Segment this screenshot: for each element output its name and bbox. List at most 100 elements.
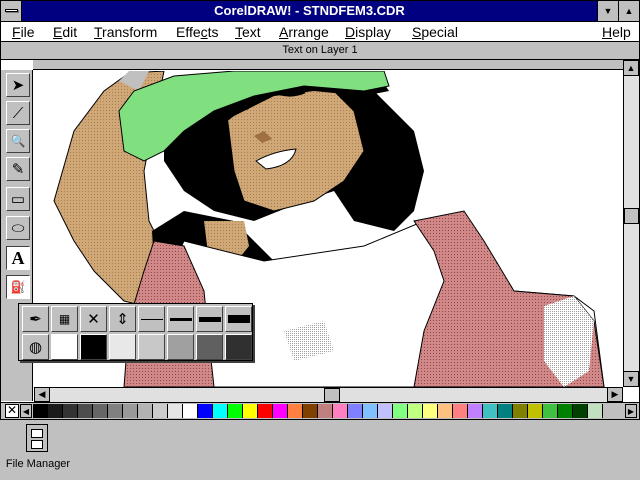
paint-bucket-icon: ⛽ [10, 280, 26, 294]
palette-scroll-left[interactable]: ◀ [20, 404, 32, 418]
thickest-line-button[interactable] [225, 306, 252, 332]
palette-swatch[interactable] [123, 404, 138, 418]
palette-swatch[interactable] [198, 404, 213, 418]
menu-file[interactable]: File [12, 24, 35, 40]
scroll-down-button[interactable]: ▼ [623, 371, 639, 387]
palette-swatch[interactable] [438, 404, 453, 418]
menu-edit[interactable]: Edit [53, 24, 77, 40]
menu-transform-accel: T [94, 24, 103, 40]
palette-swatch[interactable] [408, 404, 423, 418]
palette-swatch[interactable] [378, 404, 393, 418]
palette-swatch[interactable] [558, 404, 573, 418]
menu-arrange[interactable]: Arrange [279, 24, 329, 40]
palette-swatch[interactable] [453, 404, 468, 418]
palette-swatch[interactable] [483, 404, 498, 418]
shape-node-icon: ⟋ [12, 104, 24, 122]
menu-display[interactable]: Display [345, 24, 391, 40]
palette-swatch[interactable] [333, 404, 348, 418]
palette-swatch[interactable] [78, 404, 93, 418]
palette-swatch[interactable] [213, 404, 228, 418]
fill-tool-button[interactable]: ⛽ [6, 275, 30, 299]
vertical-scroll-thumb[interactable] [624, 208, 639, 224]
zoom-tool-button[interactable]: 🔍 [6, 129, 30, 153]
black-outline-button[interactable] [80, 334, 107, 360]
palette-swatch[interactable] [498, 404, 513, 418]
arrow-pointer-icon: ➤ [11, 77, 25, 94]
palette-swatch[interactable] [153, 404, 168, 418]
horizontal-scrollbar[interactable]: ◀ ▶ [34, 387, 623, 402]
palette-swatch[interactable] [168, 404, 183, 418]
menu-help[interactable]: Help [602, 24, 631, 40]
outline-pen-button[interactable]: ✒ [22, 306, 49, 332]
palette-swatch[interactable] [468, 404, 483, 418]
menu-effects-label: ts [207, 24, 219, 40]
desktop: CorelDRAW! - STNDFEM3.CDR ▼ ▲ File Edit … [0, 0, 640, 480]
pencil-tool-button[interactable]: ✎ [6, 157, 30, 181]
scroll-up-button[interactable]: ▲ [623, 60, 639, 76]
menu-special[interactable]: Special [412, 24, 458, 40]
gray-10-button[interactable] [109, 334, 136, 360]
palette-swatch[interactable] [183, 404, 198, 418]
menu-help-accel: H [602, 24, 613, 40]
palette-swatch[interactable] [228, 404, 243, 418]
thick-line-button[interactable] [196, 306, 223, 332]
no-outline-button[interactable]: ✕ [80, 306, 107, 332]
text-tool-button[interactable]: A [6, 246, 30, 270]
palette-swatch[interactable] [423, 404, 438, 418]
ellipse-tool-button[interactable]: ⬭ [6, 216, 30, 240]
menu-effects-accel: c [200, 24, 208, 40]
palette-swatch[interactable] [63, 404, 78, 418]
palette-swatch[interactable] [318, 404, 333, 418]
color-wheel-icon: ◍ [28, 339, 43, 356]
medium-line-button[interactable] [167, 306, 194, 332]
palette-swatch[interactable] [543, 404, 558, 418]
window-title: CorelDRAW! - STNDFEM3.CDR [214, 3, 405, 18]
gray-50-button[interactable] [167, 334, 194, 360]
pick-tool-button[interactable]: ➤ [6, 73, 30, 97]
palette-swatch[interactable] [348, 404, 363, 418]
scroll-right-button[interactable]: ▶ [607, 387, 623, 402]
rectangle-tool-button[interactable]: ▭ [6, 187, 30, 211]
scroll-left-button[interactable]: ◀ [34, 387, 50, 402]
menu-transform[interactable]: Transform [94, 24, 157, 40]
gray-70-button[interactable] [196, 334, 223, 360]
menu-text[interactable]: Text [235, 24, 261, 40]
shape-tool-button[interactable]: ⟋ [6, 101, 30, 125]
gray-90-button[interactable] [225, 334, 252, 360]
file-manager-icon[interactable] [26, 424, 48, 452]
vertical-scrollbar[interactable]: ▲ ▼ [623, 60, 639, 387]
palette-swatch[interactable] [288, 404, 303, 418]
palette-swatch[interactable] [363, 404, 378, 418]
palette-swatch[interactable] [243, 404, 258, 418]
maximize-button[interactable]: ▲ [618, 1, 639, 21]
system-menu-button[interactable] [1, 1, 22, 21]
palette-swatch[interactable] [48, 404, 63, 418]
palette-swatch[interactable] [108, 404, 123, 418]
palette-swatch[interactable] [393, 404, 408, 418]
palette-swatch[interactable] [33, 404, 48, 418]
magnifier-icon: 🔍 [10, 134, 26, 148]
thin-line-button[interactable] [138, 306, 165, 332]
outline-color-dialog-button[interactable]: ▦ [51, 306, 78, 332]
palette-swatch[interactable] [528, 404, 543, 418]
palette-swatch[interactable] [588, 404, 603, 418]
menu-effects[interactable]: Effects [176, 24, 219, 40]
palette-swatch[interactable] [138, 404, 153, 418]
palette-swatch[interactable] [573, 404, 588, 418]
no-color-swatch[interactable]: ✕ [5, 404, 19, 418]
palette-swatch[interactable] [303, 404, 318, 418]
gray-30-button[interactable] [138, 334, 165, 360]
title-bar[interactable]: CorelDRAW! - STNDFEM3.CDR ▼ ▲ [1, 1, 639, 22]
minimize-button[interactable]: ▼ [597, 1, 618, 21]
horizontal-scroll-thumb[interactable] [324, 388, 340, 402]
white-outline-button[interactable] [51, 334, 78, 360]
palette-swatch[interactable] [258, 404, 273, 418]
palette-scroll-right[interactable]: ▶ [625, 404, 637, 418]
palette-swatch[interactable] [273, 404, 288, 418]
file-manager-label[interactable]: File Manager [0, 458, 76, 470]
scroll-down-icon: ▼ [626, 374, 636, 384]
palette-swatch[interactable] [93, 404, 108, 418]
hairline-button[interactable]: ⇕ [109, 306, 136, 332]
palette-swatch[interactable] [513, 404, 528, 418]
color-wheel-button[interactable]: ◍ [22, 334, 49, 360]
